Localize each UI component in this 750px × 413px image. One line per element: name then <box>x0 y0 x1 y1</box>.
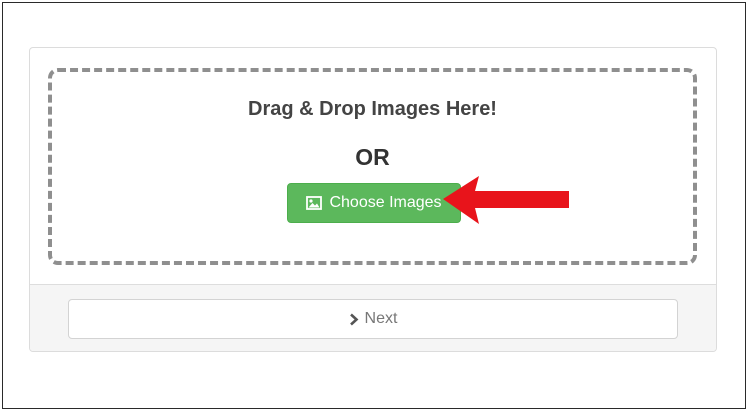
upload-panel: Drag & Drop Images Here! OR Choose Image… <box>29 47 717 352</box>
red-arrow-annotation <box>443 176 569 224</box>
dropzone-title: Drag & Drop Images Here! <box>248 98 497 120</box>
choose-images-button[interactable]: Choose Images <box>287 183 461 223</box>
next-label: Next <box>364 310 398 327</box>
panel-footer: Next <box>30 284 716 351</box>
picture-icon <box>306 196 323 210</box>
next-button[interactable]: Next <box>68 299 678 339</box>
chevron-right-icon <box>349 313 359 326</box>
image-dropzone[interactable]: Drag & Drop Images Here! OR Choose Image… <box>48 68 697 265</box>
screenshot-frame: Drag & Drop Images Here! OR Choose Image… <box>2 2 746 409</box>
or-separator: OR <box>355 144 390 170</box>
choose-images-label: Choose Images <box>329 194 442 211</box>
